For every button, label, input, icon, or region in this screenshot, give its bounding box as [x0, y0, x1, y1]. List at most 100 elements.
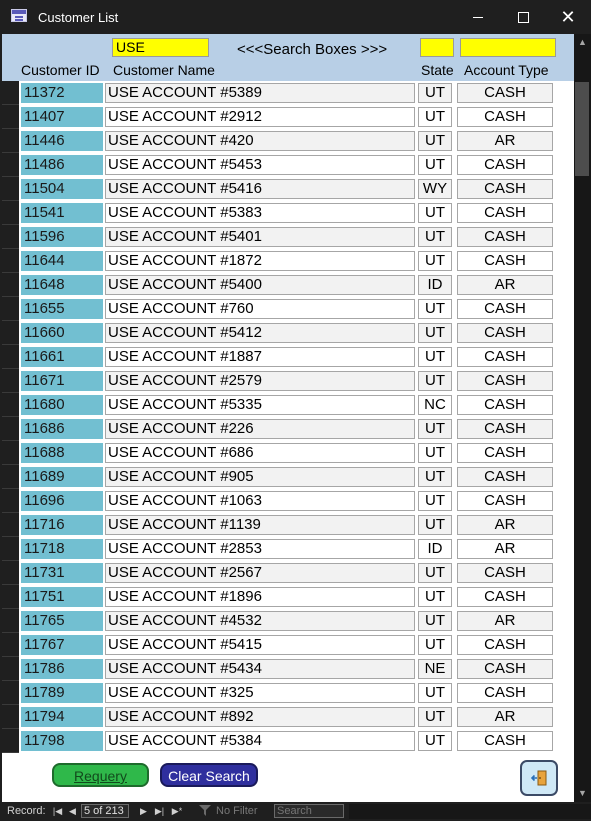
customer-name-cell[interactable]: USE ACCOUNT #5453 [105, 155, 415, 175]
record-selector[interactable] [2, 129, 19, 153]
customer-id-cell[interactable]: 11786 [21, 659, 103, 679]
customer-name-cell[interactable]: USE ACCOUNT #420 [105, 131, 415, 151]
record-selector[interactable] [2, 561, 19, 585]
table-row[interactable]: 11644 USE ACCOUNT #1872 UT CASH [2, 249, 574, 273]
state-cell[interactable]: UT [418, 707, 452, 727]
customer-id-cell[interactable]: 11798 [21, 731, 103, 751]
scroll-down-arrow-icon[interactable]: ▼ [574, 785, 591, 802]
record-selector[interactable] [2, 705, 19, 729]
state-cell[interactable]: UT [418, 203, 452, 223]
state-cell[interactable]: UT [418, 443, 452, 463]
record-selector[interactable] [2, 153, 19, 177]
customer-name-cell[interactable]: USE ACCOUNT #905 [105, 467, 415, 487]
account-type-cell[interactable]: CASH [457, 371, 553, 391]
account-type-cell[interactable]: CASH [457, 683, 553, 703]
record-selector[interactable] [2, 201, 19, 225]
state-cell[interactable]: UT [418, 323, 452, 343]
table-row[interactable]: 11407 USE ACCOUNT #2912 UT CASH [2, 105, 574, 129]
table-row[interactable]: 11696 USE ACCOUNT #1063 UT CASH [2, 489, 574, 513]
customer-id-cell[interactable]: 11696 [21, 491, 103, 511]
next-record-icon[interactable]: ▶ [137, 804, 150, 818]
clear-search-button[interactable]: Clear Search [160, 763, 258, 787]
table-row[interactable]: 11486 USE ACCOUNT #5453 UT CASH [2, 153, 574, 177]
customer-name-cell[interactable]: USE ACCOUNT #892 [105, 707, 415, 727]
state-cell[interactable]: UT [418, 131, 452, 151]
customer-name-cell[interactable]: USE ACCOUNT #2912 [105, 107, 415, 127]
customer-id-cell[interactable]: 11767 [21, 635, 103, 655]
customer-name-cell[interactable]: USE ACCOUNT #1139 [105, 515, 415, 535]
record-selector[interactable] [2, 609, 19, 633]
table-row[interactable]: 11794 USE ACCOUNT #892 UT AR [2, 705, 574, 729]
account-type-cell[interactable]: CASH [457, 635, 553, 655]
maximize-button[interactable] [500, 0, 546, 34]
table-row[interactable]: 11661 USE ACCOUNT #1887 UT CASH [2, 345, 574, 369]
record-selector[interactable] [2, 681, 19, 705]
customer-name-cell[interactable]: USE ACCOUNT #4532 [105, 611, 415, 631]
state-cell[interactable]: UT [418, 491, 452, 511]
state-cell[interactable]: UT [418, 635, 452, 655]
customer-id-cell[interactable]: 11671 [21, 371, 103, 391]
table-row[interactable]: 11372 USE ACCOUNT #5389 UT CASH [2, 81, 574, 105]
customer-name-cell[interactable]: USE ACCOUNT #5335 [105, 395, 415, 415]
customer-name-cell[interactable]: USE ACCOUNT #5412 [105, 323, 415, 343]
account-type-cell[interactable]: CASH [457, 395, 553, 415]
account-type-cell[interactable]: AR [457, 515, 553, 535]
exit-button[interactable] [520, 760, 558, 796]
record-selector[interactable] [2, 465, 19, 489]
account-type-cell[interactable]: CASH [457, 107, 553, 127]
account-type-cell[interactable]: CASH [457, 347, 553, 367]
record-selector[interactable] [2, 321, 19, 345]
state-cell[interactable]: NE [418, 659, 452, 679]
horizontal-scrollbar[interactable] [349, 804, 591, 819]
state-cell[interactable]: UT [418, 515, 452, 535]
state-cell[interactable]: UT [418, 251, 452, 271]
current-record-field[interactable]: 5 of 213 [81, 804, 129, 818]
requery-button[interactable]: Requery [52, 763, 149, 787]
customer-name-cell[interactable]: USE ACCOUNT #5415 [105, 635, 415, 655]
table-row[interactable]: 11765 USE ACCOUNT #4532 UT AR [2, 609, 574, 633]
customer-name-cell[interactable]: USE ACCOUNT #5401 [105, 227, 415, 247]
table-row[interactable]: 11798 USE ACCOUNT #5384 UT CASH [2, 729, 574, 753]
table-row[interactable]: 11688 USE ACCOUNT #686 UT CASH [2, 441, 574, 465]
record-selector[interactable] [2, 657, 19, 681]
record-selector[interactable] [2, 225, 19, 249]
table-row[interactable]: 11686 USE ACCOUNT #226 UT CASH [2, 417, 574, 441]
account-type-cell[interactable]: AR [457, 539, 553, 559]
record-selector[interactable] [2, 513, 19, 537]
table-row[interactable]: 11767 USE ACCOUNT #5415 UT CASH [2, 633, 574, 657]
state-cell[interactable]: UT [418, 467, 452, 487]
record-search-input[interactable] [274, 804, 344, 818]
account-type-cell[interactable]: AR [457, 131, 553, 151]
table-row[interactable]: 11671 USE ACCOUNT #2579 UT CASH [2, 369, 574, 393]
customer-name-cell[interactable]: USE ACCOUNT #760 [105, 299, 415, 319]
customer-id-cell[interactable]: 11718 [21, 539, 103, 559]
state-cell[interactable]: UT [418, 347, 452, 367]
state-cell[interactable]: WY [418, 179, 452, 199]
customer-name-cell[interactable]: USE ACCOUNT #5384 [105, 731, 415, 751]
customer-id-cell[interactable]: 11751 [21, 587, 103, 607]
state-cell[interactable]: UT [418, 299, 452, 319]
state-cell[interactable]: UT [418, 155, 452, 175]
account-type-cell[interactable]: CASH [457, 83, 553, 103]
state-cell[interactable]: UT [418, 107, 452, 127]
customer-id-cell[interactable]: 11372 [21, 83, 103, 103]
customer-id-cell[interactable]: 11596 [21, 227, 103, 247]
account-type-cell[interactable]: CASH [457, 203, 553, 223]
account-type-cell[interactable]: CASH [457, 659, 553, 679]
customer-name-cell[interactable]: USE ACCOUNT #5383 [105, 203, 415, 223]
customer-id-cell[interactable]: 11765 [21, 611, 103, 631]
customer-name-cell[interactable]: USE ACCOUNT #2567 [105, 563, 415, 583]
customer-id-cell[interactable]: 11655 [21, 299, 103, 319]
state-cell[interactable]: UT [418, 227, 452, 247]
record-selector[interactable] [2, 105, 19, 129]
state-cell[interactable]: UT [418, 587, 452, 607]
table-row[interactable]: 11689 USE ACCOUNT #905 UT CASH [2, 465, 574, 489]
customer-id-cell[interactable]: 11446 [21, 131, 103, 151]
record-selector[interactable] [2, 393, 19, 417]
state-cell[interactable]: ID [418, 539, 452, 559]
customer-id-cell[interactable]: 11794 [21, 707, 103, 727]
record-selector[interactable] [2, 369, 19, 393]
customer-id-cell[interactable]: 11648 [21, 275, 103, 295]
table-row[interactable]: 11718 USE ACCOUNT #2853 ID AR [2, 537, 574, 561]
table-row[interactable]: 11660 USE ACCOUNT #5412 UT CASH [2, 321, 574, 345]
